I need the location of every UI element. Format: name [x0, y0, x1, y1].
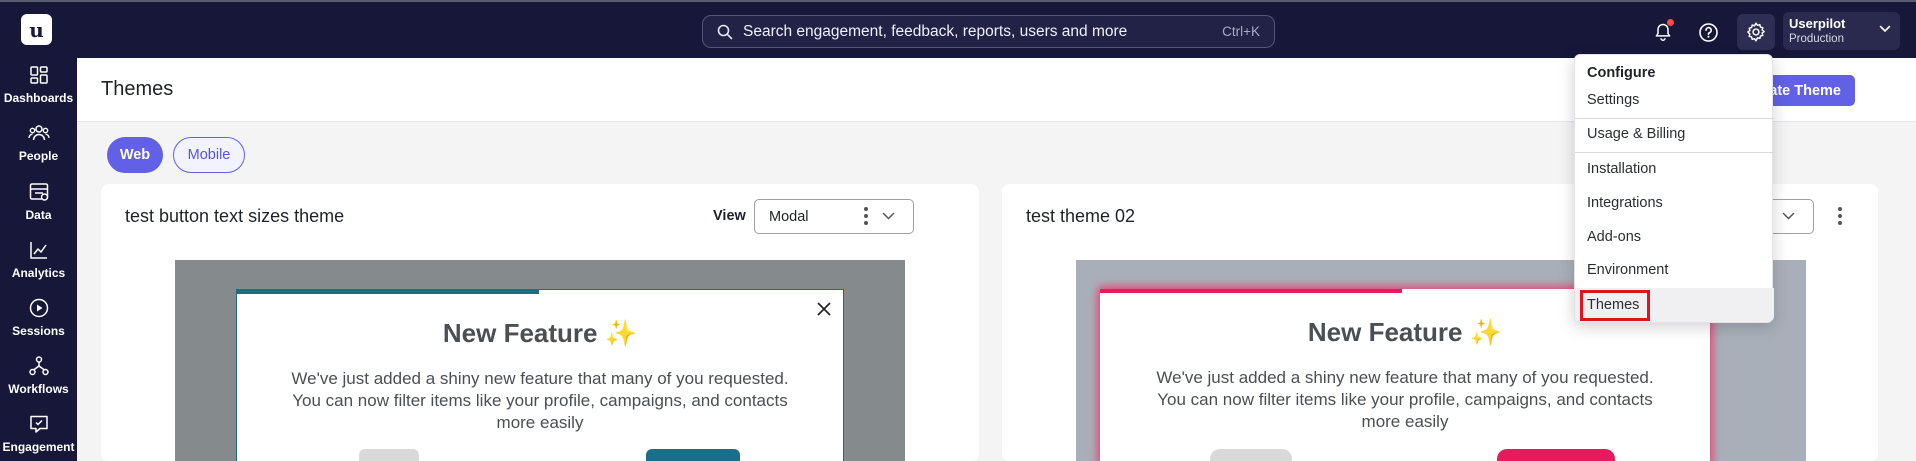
menu-item-environment[interactable]: Environment — [1587, 262, 1668, 278]
sidebar-item-workflows[interactable]: Workflows — [0, 355, 77, 396]
preview-progress-bar — [237, 290, 539, 294]
analytics-icon — [29, 242, 47, 259]
preview-body: We've just added a shiny new feature tha… — [291, 369, 789, 432]
kebab-dot — [1838, 221, 1842, 225]
kebab-dot — [864, 221, 868, 225]
sidebar-item-sessions[interactable]: Sessions — [0, 297, 77, 338]
sidebar: Dashboards People Data Analytics Session… — [0, 58, 77, 461]
menu-item-usage-billing[interactable]: Usage & Billing — [1587, 126, 1685, 142]
sparkle-icon: ✨ — [1469, 317, 1503, 347]
search-shortcut: Ctrl+K — [1222, 24, 1260, 39]
preview-title-text: New Feature — [1307, 317, 1463, 347]
help-button[interactable] — [1692, 16, 1724, 48]
sidebar-item-engagement[interactable]: Engagement — [0, 413, 77, 454]
engagement-icon — [29, 415, 48, 433]
menu-item-settings[interactable]: Settings — [1587, 92, 1639, 108]
more-options-button[interactable] — [862, 204, 870, 228]
tab-mobile[interactable]: Mobile — [173, 137, 245, 173]
sidebar-item-label: Engagement — [2, 440, 75, 454]
menu-divider — [1575, 152, 1774, 153]
gear-icon — [1747, 22, 1765, 42]
menu-divider — [1575, 118, 1774, 119]
help-icon — [1698, 22, 1718, 42]
chevron-down-icon — [1782, 212, 1795, 220]
account-environment: Production — [1789, 33, 1844, 45]
data-icon — [29, 183, 48, 201]
sessions-icon — [29, 298, 48, 318]
preview-secondary-button — [359, 449, 419, 461]
kebab-dot — [864, 207, 868, 211]
highlight-box — [1580, 290, 1650, 321]
sidebar-item-label: Data — [25, 208, 52, 222]
sidebar-item-analytics[interactable]: Analytics — [0, 239, 77, 280]
view-label: View — [713, 208, 746, 224]
configure-menu: Configure Settings Usage & Billing Insta… — [1574, 54, 1774, 323]
menu-item-installation[interactable]: Installation — [1587, 161, 1656, 177]
preview-primary-button — [646, 449, 740, 461]
theme-card-title: test button text sizes theme — [125, 206, 345, 226]
close-icon — [817, 302, 831, 316]
preview-title: New Feature ✨ — [237, 318, 843, 349]
kebab-dot — [864, 214, 868, 218]
page-title: Themes — [101, 78, 174, 100]
sidebar-item-people[interactable]: People — [0, 122, 77, 163]
dashboard-icon — [29, 66, 48, 84]
menu-item-add-ons[interactable]: Add-ons — [1587, 229, 1641, 245]
chevron-down-icon — [1879, 25, 1891, 33]
more-options-button[interactable] — [1836, 204, 1844, 228]
sidebar-item-label: Dashboards — [3, 91, 74, 105]
preview-title-text: New Feature — [442, 318, 598, 348]
search-placeholder: Search engagement, feedback, reports, us… — [743, 22, 1128, 40]
global-search[interactable]: Search engagement, feedback, reports, us… — [702, 15, 1275, 48]
preview-progress-bar — [1100, 289, 1402, 293]
view-select[interactable]: Modal — [754, 199, 914, 234]
sidebar-item-dashboards[interactable]: Dashboards — [0, 64, 77, 105]
kebab-dot — [1838, 214, 1842, 218]
search-icon — [717, 24, 733, 39]
settings-button[interactable] — [1737, 14, 1775, 50]
notifications-button[interactable] — [1647, 16, 1679, 48]
sidebar-item-label: Analytics — [11, 266, 66, 280]
tab-web[interactable]: Web — [107, 137, 163, 173]
chevron-down-icon — [882, 212, 895, 220]
theme-card-title: test theme 02 — [1026, 206, 1136, 226]
top-bar: u Search engagement, feedback, reports, … — [0, 0, 1916, 58]
sidebar-item-label: Workflows — [8, 382, 69, 396]
preview-secondary-button — [1210, 449, 1292, 461]
theme-card[interactable]: test button text sizes theme View Modal … — [101, 184, 979, 461]
kebab-dot — [1838, 207, 1842, 211]
people-icon — [27, 125, 50, 141]
preview-primary-button — [1497, 449, 1615, 461]
userpilot-logo[interactable]: u — [21, 14, 52, 45]
preview-body: We've just added a shiny new feature tha… — [1156, 368, 1654, 431]
sparkle-icon: ✨ — [604, 318, 638, 348]
preview-modal: New Feature ✨ We've just added a shiny n… — [236, 289, 844, 461]
notification-dot — [1667, 19, 1674, 26]
sidebar-item-data[interactable]: Data — [0, 181, 77, 222]
workflows-icon — [28, 356, 49, 376]
sidebar-item-label: Sessions — [12, 324, 65, 338]
account-switcher[interactable]: Userpilot Production — [1783, 12, 1900, 50]
view-select-value: Modal — [769, 208, 809, 225]
sidebar-item-label: People — [18, 149, 59, 163]
configure-menu-header: Configure — [1587, 65, 1656, 81]
theme-preview: New Feature ✨ We've just added a shiny n… — [175, 260, 905, 461]
menu-item-integrations[interactable]: Integrations — [1587, 195, 1663, 211]
